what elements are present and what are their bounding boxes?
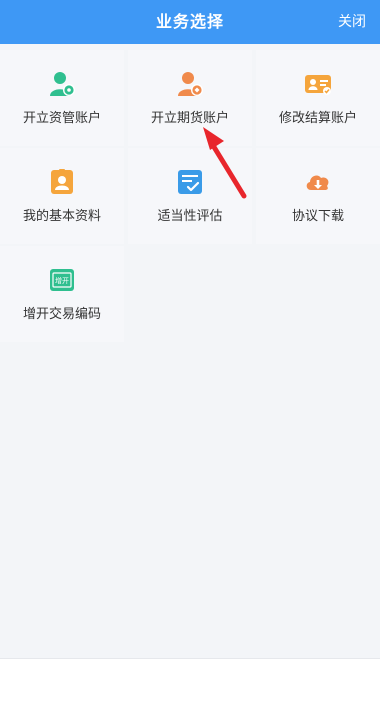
svg-text:增开: 增开 — [55, 276, 69, 285]
tile-suitability-assessment[interactable]: 适当性评估 — [128, 148, 252, 244]
header-bar: 业务选择 关闭 — [0, 0, 380, 44]
tile-modify-settlement-account[interactable]: 修改结算账户 — [256, 50, 380, 146]
bottom-bar — [0, 658, 380, 718]
page-title: 业务选择 — [155, 12, 224, 31]
cloud-download-icon — [306, 175, 329, 190]
new-badge-icon: 增开 — [50, 269, 74, 291]
account-card-icon — [305, 75, 331, 95]
close-button[interactable]: 关闭 — [338, 0, 366, 44]
business-select-screen: 业务选择 关闭 开立资管账户 开立期货账户 修改结算账户 我的基本资料 适当性评… — [0, 0, 380, 718]
tile-agreement-download[interactable]: 协议下载 — [256, 148, 380, 244]
tile-label: 增开交易编码 — [22, 307, 101, 322]
business-grid: 开立资管账户 开立期货账户 修改结算账户 我的基本资料 适当性评估 协议下载 增… — [0, 44, 380, 654]
tile-my-basic-info[interactable]: 我的基本资料 — [0, 148, 124, 244]
checklist-icon — [178, 170, 202, 194]
tile-label: 开立期货账户 — [150, 111, 229, 126]
tile-label: 我的基本资料 — [22, 209, 101, 224]
tile-label: 协议下载 — [291, 209, 344, 224]
tile-label: 开立资管账户 — [22, 111, 101, 126]
tile-add-trading-code[interactable]: 增开 增开交易编码 — [0, 246, 124, 342]
tile-open-asset-account[interactable]: 开立资管账户 — [0, 50, 124, 146]
user-add-icon — [178, 72, 203, 96]
profile-card-icon — [51, 169, 73, 194]
tile-open-futures-account[interactable]: 开立期货账户 — [128, 50, 252, 146]
tile-label: 适当性评估 — [157, 209, 223, 224]
user-add-icon — [50, 72, 75, 96]
tile-label: 修改结算账户 — [278, 111, 357, 126]
